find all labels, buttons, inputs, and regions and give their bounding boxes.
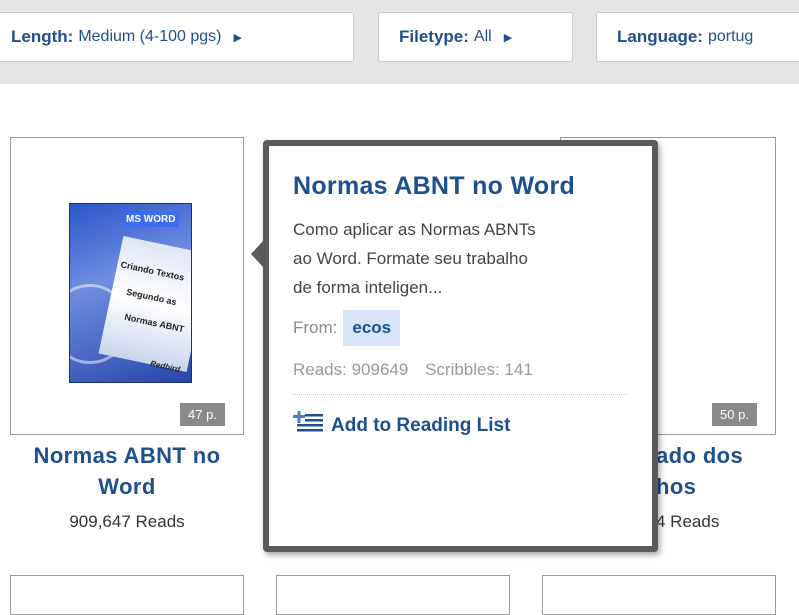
scribbles-count: Scribbles: 141 [425, 360, 533, 379]
document-thumbnail[interactable] [276, 575, 510, 615]
document-thumbnail[interactable] [542, 575, 776, 615]
triangle-right-icon: ▶ [503, 31, 513, 44]
book-cover-image: MS WORD Criando Textos Segundo as Normas… [69, 203, 192, 383]
filter-filetype-value: All [473, 28, 492, 45]
filter-length-value: Medium (4-100 pgs) [78, 28, 222, 45]
filter-filetype-button[interactable]: Filetype: All ▶ [378, 12, 573, 62]
from-label: From: [293, 318, 338, 337]
document-popover: Normas ABNT no Word Como aplicar as Norm… [263, 140, 658, 552]
filter-language-button[interactable]: Language: portug [596, 12, 799, 62]
read-count: 909,647 Reads [69, 512, 185, 531]
filter-length-button[interactable]: Length: Medium (4-100 pgs) ▶ [0, 12, 354, 62]
author-link[interactable]: ecos [343, 310, 401, 346]
cover-tag: MS WORD [122, 212, 180, 227]
filter-language-value: portug [707, 28, 754, 45]
popover-title-link[interactable]: Normas ABNT no Word [293, 172, 628, 201]
add-to-reading-list-label: Add to Reading List [331, 415, 511, 436]
filter-language-label: Language: [617, 27, 703, 46]
reads-count: Reads: 909649 [293, 360, 409, 379]
filter-filetype-label: Filetype: [399, 27, 469, 46]
read-count: 4 Reads [656, 512, 720, 531]
page-count-badge: 50 p. [712, 403, 757, 426]
filter-length-label: Length: [11, 27, 74, 46]
filter-bar: Length: Medium (4-100 pgs) ▶ Filetype: A… [0, 0, 799, 84]
add-to-reading-list-button[interactable]: Add to Reading List [293, 411, 628, 441]
add-list-icon [293, 411, 325, 441]
popover-description: Como aplicar as Normas ABNTs ao Word. Fo… [293, 220, 536, 297]
popover-from: From: ecos [293, 310, 628, 346]
document-title-link[interactable]: ado dos hos [656, 440, 786, 502]
page-count-badge: 47 p. [180, 403, 225, 426]
document-thumbnail[interactable] [10, 575, 244, 615]
document-title-link[interactable]: Normas ABNT no Word [10, 440, 244, 502]
triangle-right-icon: ▶ [233, 31, 242, 44]
popover-stats: Reads: 909649 Scribbles: 141 [293, 360, 628, 395]
